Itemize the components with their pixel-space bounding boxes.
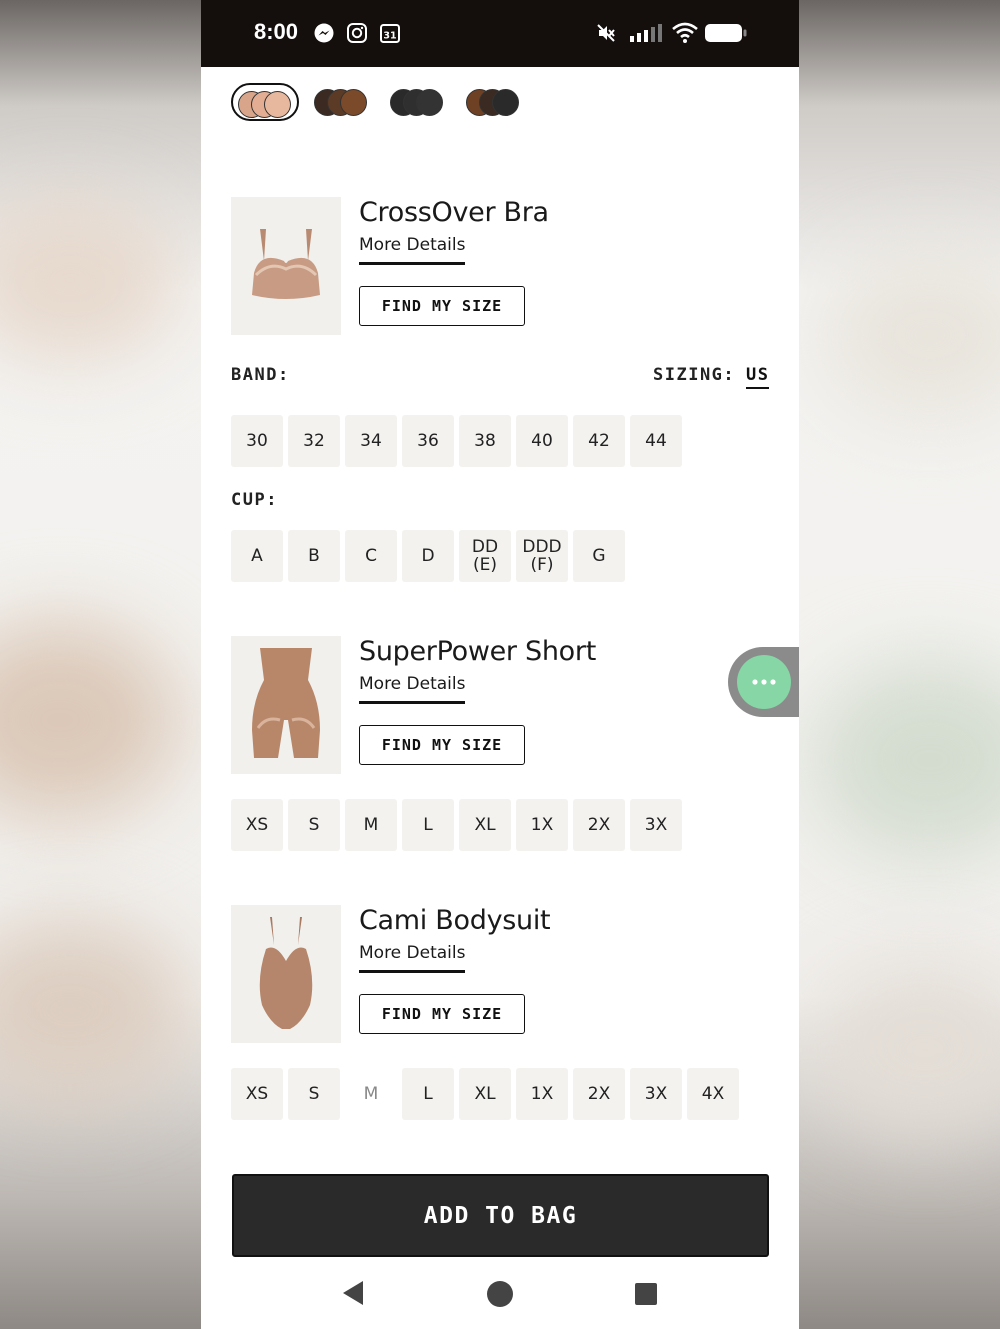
product-cami-bodysuit: Cami Bodysuit More Details FIND MY SIZE: [231, 905, 771, 1045]
size-chip[interactable]: L: [402, 799, 454, 851]
product-image-bra[interactable]: [231, 197, 341, 335]
size-chip[interactable]: S: [288, 799, 340, 851]
band-chip[interactable]: 44: [630, 415, 682, 467]
band-chip[interactable]: 32: [288, 415, 340, 467]
find-my-size-button[interactable]: FIND MY SIZE: [359, 286, 525, 326]
cup-chip[interactable]: G: [573, 530, 625, 582]
size-chip[interactable]: L: [402, 1068, 454, 1120]
size-chip[interactable]: 3X: [630, 1068, 682, 1120]
cup-chip[interactable]: D: [402, 530, 454, 582]
cup-size-options: A B C D DD (E) DDD (F) G: [231, 530, 625, 582]
size-chip[interactable]: XS: [231, 1068, 283, 1120]
band-chip[interactable]: 42: [573, 415, 625, 467]
product-image-bodysuit[interactable]: [231, 905, 341, 1043]
band-chip[interactable]: 40: [516, 415, 568, 467]
size-chip[interactable]: 3X: [630, 799, 682, 851]
band-chip[interactable]: 38: [459, 415, 511, 467]
band-label: BAND:: [231, 365, 290, 385]
svg-text:31: 31: [383, 31, 396, 42]
size-chip[interactable]: XL: [459, 799, 511, 851]
band-chip[interactable]: 34: [345, 415, 397, 467]
size-chip[interactable]: 4X: [687, 1068, 739, 1120]
cup-chip[interactable]: C: [345, 530, 397, 582]
product-name: CrossOver Bra: [359, 197, 549, 228]
messenger-icon: [313, 22, 335, 44]
cup-chip[interactable]: A: [231, 530, 283, 582]
cup-chip[interactable]: B: [288, 530, 340, 582]
instagram-icon: [346, 22, 368, 44]
cup-label: CUP:: [231, 490, 278, 510]
more-dots-icon[interactable]: [737, 655, 791, 709]
size-chip-unavailable: M: [345, 1068, 397, 1120]
wifi-icon: [672, 22, 698, 44]
calendar-icon: 31: [379, 22, 401, 44]
swatch-brown-mix[interactable]: [309, 83, 377, 121]
size-chip[interactable]: 1X: [516, 1068, 568, 1120]
product-image-short[interactable]: [231, 636, 341, 774]
swatch-light-nude[interactable]: [231, 83, 299, 121]
product-name: SuperPower Short: [359, 636, 596, 667]
sizing-toggle[interactable]: US: [746, 365, 770, 389]
sizing-label: SIZING:: [653, 365, 736, 385]
find-my-size-button[interactable]: FIND MY SIZE: [359, 994, 525, 1034]
short-size-options: XS S M L XL 1X 2X 3X: [231, 799, 682, 851]
band-chip[interactable]: 30: [231, 415, 283, 467]
size-chip[interactable]: XS: [231, 799, 283, 851]
status-time: 8:00: [254, 19, 299, 44]
cup-chip[interactable]: DDD (F): [516, 530, 568, 582]
more-details-link[interactable]: More Details: [359, 235, 466, 265]
band-size-options: 30 32 34 36 38 40 42 44: [231, 415, 682, 467]
size-chip[interactable]: S: [288, 1068, 340, 1120]
more-details-link[interactable]: More Details: [359, 943, 466, 973]
find-my-size-button[interactable]: FIND MY SIZE: [359, 725, 525, 765]
product-crossover-bra: CrossOver Bra More Details FIND MY SIZE: [231, 197, 771, 337]
cup-chip[interactable]: DD (E): [459, 530, 511, 582]
band-chip[interactable]: 36: [402, 415, 454, 467]
system-nav-bar: [201, 1200, 799, 1307]
phone-screen: 8:00 31 CrossOver Bra More Details FIND …: [201, 0, 799, 1329]
signal-icon: [629, 22, 663, 44]
size-chip[interactable]: 1X: [516, 799, 568, 851]
swatch-black[interactable]: [385, 83, 453, 121]
status-bar: 8:00 31: [201, 0, 799, 67]
bodysuit-size-options: XS S M L XL 1X 2X 3X 4X: [231, 1068, 739, 1120]
home-icon[interactable]: [486, 1280, 514, 1312]
product-superpower-short: SuperPower Short More Details FIND MY SI…: [231, 636, 771, 776]
back-icon[interactable]: [341, 1279, 365, 1311]
size-chip[interactable]: M: [345, 799, 397, 851]
battery-icon: [705, 22, 747, 44]
more-details-link[interactable]: More Details: [359, 674, 466, 704]
recents-icon[interactable]: [634, 1282, 658, 1310]
size-chip[interactable]: 2X: [573, 1068, 625, 1120]
swatch-brown-black[interactable]: [461, 83, 529, 121]
mute-icon: [595, 22, 617, 44]
product-name: Cami Bodysuit: [359, 905, 551, 936]
size-chip[interactable]: XL: [459, 1068, 511, 1120]
color-swatches: [231, 83, 551, 123]
size-chip[interactable]: 2X: [573, 799, 625, 851]
